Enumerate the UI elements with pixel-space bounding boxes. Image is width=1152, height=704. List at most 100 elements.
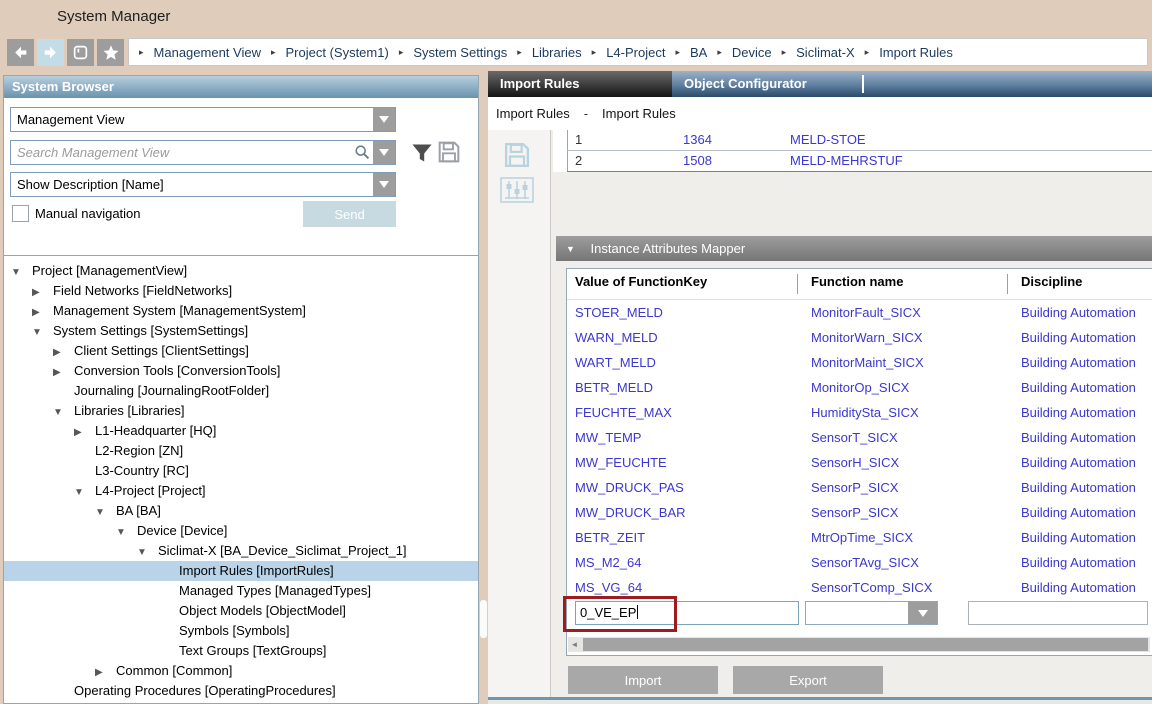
tree-item-label: Symbols [Symbols] — [179, 623, 290, 638]
breadcrumb-item[interactable]: System Settings — [413, 45, 507, 60]
tree-item[interactable]: ▼BA [BA] — [4, 501, 478, 521]
path-item[interactable]: Import Rules — [602, 106, 676, 121]
tree-expander-icon[interactable]: ▼ — [32, 323, 53, 343]
mapper-row[interactable]: MS_M2_64SensorTAvg_SICXBuilding Automati… — [567, 550, 1152, 575]
system-browser-panel: System Browser Management View Search Ma… — [3, 75, 479, 704]
breadcrumb-separator-icon: ▸ — [592, 47, 597, 58]
back-button[interactable] — [7, 39, 34, 66]
tree-item[interactable]: Text Groups [TextGroups] — [4, 641, 478, 661]
breadcrumb-item[interactable]: L4-Project — [606, 45, 665, 60]
description-selector[interactable]: Show Description [Name] — [10, 172, 396, 197]
search-dropdown-button[interactable] — [373, 141, 395, 164]
export-button[interactable]: Export — [733, 666, 883, 694]
mapper-function-name: SensorTComp_SICX — [811, 575, 932, 600]
tree-expander-icon[interactable]: ▶ — [74, 423, 95, 443]
tree-expander-icon[interactable]: ▶ — [53, 343, 74, 363]
breadcrumb-item[interactable]: Import Rules — [879, 45, 953, 60]
tree-expander-icon[interactable]: ▶ — [32, 283, 53, 303]
forward-button[interactable] — [37, 39, 64, 66]
send-button[interactable]: Send — [303, 201, 396, 227]
mapper-row[interactable]: MW_FEUCHTESensorH_SICXBuilding Automatio… — [567, 450, 1152, 475]
breadcrumb-separator-icon: ▸ — [399, 47, 404, 58]
tab-object-configurator[interactable]: Object Configurator — [672, 71, 858, 97]
breadcrumb-item[interactable]: Libraries — [532, 45, 582, 60]
horizontal-scrollbar-thumb[interactable] — [583, 638, 1148, 651]
tree-expander-icon[interactable]: ▼ — [11, 263, 32, 283]
breadcrumb-item[interactable]: Siclimat-X — [796, 45, 855, 60]
work-area-content: 11364MELD-STOE21508MELD-MEHRSTUF ▼ Insta… — [488, 130, 1152, 700]
tree-item[interactable]: ▼Device [Device] — [4, 521, 478, 541]
filter-funnel-icon — [411, 143, 433, 163]
tree-expander-icon[interactable]: ▶ — [32, 303, 53, 323]
tree-item[interactable]: ▼Project [ManagementView] — [4, 261, 478, 281]
mapper-row[interactable]: MS_VG_64SensorTComp_SICXBuilding Automat… — [567, 575, 1152, 600]
tree-item[interactable]: ▶Client Settings [ClientSettings] — [4, 341, 478, 361]
tree-item[interactable]: ▶Field Networks [FieldNetworks] — [4, 281, 478, 301]
tree-item[interactable]: ▼L4-Project [Project] — [4, 481, 478, 501]
tree-expander-icon[interactable]: ▶ — [53, 363, 74, 383]
tree-item-label: Text Groups [TextGroups] — [179, 643, 326, 658]
function-key-input[interactable]: 0_VE_EP — [575, 601, 799, 625]
tab-import-rules[interactable]: Import Rules — [488, 71, 672, 97]
function-name-combobox[interactable] — [805, 601, 938, 625]
settings-button[interactable] — [499, 176, 535, 204]
breadcrumb-item[interactable]: BA — [690, 45, 707, 60]
tree-item[interactable]: Import Rules [ImportRules] — [4, 561, 478, 581]
tree-expander-icon[interactable]: ▼ — [116, 523, 137, 543]
tree-expander-icon[interactable]: ▼ — [137, 543, 158, 563]
tree-item[interactable]: L3-Country [RC] — [4, 461, 478, 481]
tree-item[interactable]: ▶Common [Common] — [4, 661, 478, 681]
import-button[interactable]: Import — [568, 666, 718, 694]
tree-expander-icon[interactable]: ▼ — [95, 503, 116, 523]
mapper-row[interactable]: MW_DRUCK_BARSensorP_SICXBuilding Automat… — [567, 500, 1152, 525]
tree-item[interactable]: ▼System Settings [SystemSettings] — [4, 321, 478, 341]
function-name-dropdown-button[interactable] — [908, 602, 937, 624]
tree-item[interactable]: Symbols [Symbols] — [4, 621, 478, 641]
view-selector[interactable]: Management View — [10, 107, 396, 132]
path-item[interactable]: Import Rules — [496, 106, 570, 121]
tree-item-label: Siclimat-X [BA_Device_Siclimat_Project_1… — [158, 543, 407, 558]
tree-expander-icon[interactable]: ▼ — [53, 403, 74, 423]
mapper-row[interactable]: BETR_ZEITMtrOpTime_SICXBuilding Automati… — [567, 525, 1152, 550]
description-selector-dropdown-button[interactable] — [373, 173, 395, 196]
instance-attributes-mapper-header[interactable]: ▼ Instance Attributes Mapper — [556, 236, 1152, 261]
tree-item[interactable]: Journaling [JournalingRootFolder] — [4, 381, 478, 401]
mapper-row[interactable]: MW_TEMPSensorT_SICXBuilding Automation — [567, 425, 1152, 450]
scroll-left-button[interactable]: ◄ — [568, 637, 581, 652]
mapper-function-name: SensorTAvg_SICX — [811, 550, 919, 575]
mapper-row[interactable]: BETR_MELDMonitorOp_SICXBuilding Automati… — [567, 375, 1152, 400]
breadcrumb-item[interactable]: Device — [732, 45, 772, 60]
view-selector-dropdown-button[interactable] — [373, 108, 395, 131]
favorites-button[interactable] — [97, 39, 124, 66]
manual-navigation-checkbox[interactable] — [12, 205, 29, 222]
tree-item[interactable]: Managed Types [ManagedTypes] — [4, 581, 478, 601]
tree-item[interactable]: ▼Libraries [Libraries] — [4, 401, 478, 421]
breadcrumb-item[interactable]: Project (System1) — [286, 45, 389, 60]
mapper-row[interactable]: MW_DRUCK_PASSensorP_SICXBuilding Automat… — [567, 475, 1152, 500]
tree-item[interactable]: Object Models [ObjectModel] — [4, 601, 478, 621]
tree-item[interactable]: ▶Management System [ManagementSystem] — [4, 301, 478, 321]
mapper-row[interactable]: WARN_MELDMonitorWarn_SICXBuilding Automa… — [567, 325, 1152, 350]
tree-scrollbar-thumb[interactable] — [480, 600, 487, 638]
history-button[interactable] — [67, 39, 94, 66]
rules-grid-row[interactable]: 11364MELD-STOE — [553, 130, 1152, 150]
mapper-discipline: Building Automation — [1021, 575, 1136, 600]
tree-expander-icon[interactable]: ▶ — [95, 663, 116, 683]
mapper-function-key: BETR_ZEIT — [575, 525, 645, 550]
mapper-row[interactable]: STOER_MELDMonitorFault_SICXBuilding Auto… — [567, 300, 1152, 325]
search-input[interactable]: Search Management View — [11, 141, 351, 164]
tree-item[interactable]: ▶L1-Headquarter [HQ] — [4, 421, 478, 441]
mapper-row[interactable]: WART_MELDMonitorMaint_SICXBuilding Autom… — [567, 350, 1152, 375]
mapper-row[interactable]: FEUCHTE_MAXHumiditySta_SICXBuilding Auto… — [567, 400, 1152, 425]
tree-item[interactable]: Operating Procedures [OperatingProcedure… — [4, 681, 478, 701]
tree-item[interactable]: ▼Siclimat-X [BA_Device_Siclimat_Project_… — [4, 541, 478, 561]
rules-grid-row[interactable]: 21508MELD-MEHRSTUF — [553, 151, 1152, 171]
tree-expander-icon[interactable]: ▼ — [74, 483, 95, 503]
tree-item[interactable]: L2-Region [ZN] — [4, 441, 478, 461]
filter-button[interactable] — [410, 142, 434, 164]
save-button[interactable] — [502, 140, 532, 170]
save-search-button[interactable] — [436, 139, 462, 165]
breadcrumb-item[interactable]: Management View — [154, 45, 261, 60]
discipline-input[interactable] — [968, 601, 1148, 625]
tree-item[interactable]: ▶Conversion Tools [ConversionTools] — [4, 361, 478, 381]
